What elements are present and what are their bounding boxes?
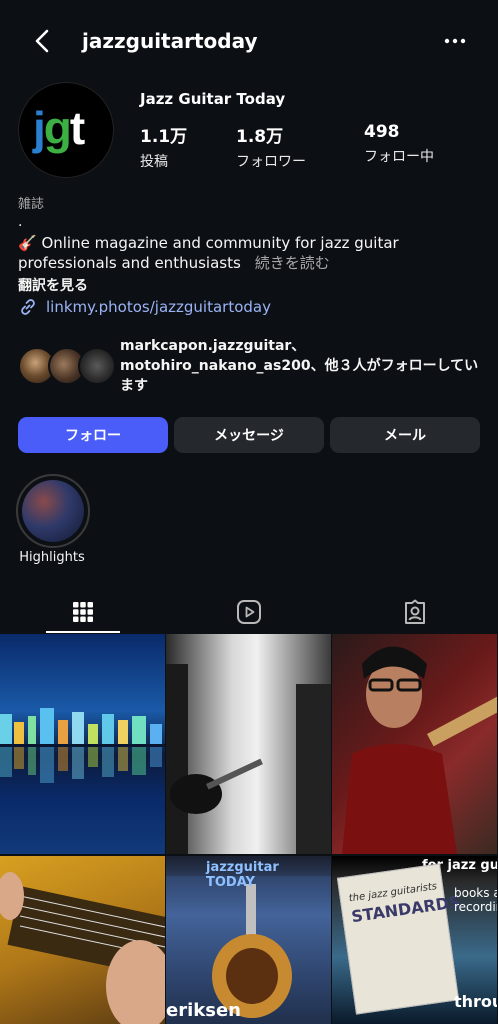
mutual-followers-text[interactable]: markcapon.jazzguitar、motohiro_nakano_as2… — [120, 336, 482, 396]
highlight-cover-image — [22, 480, 84, 542]
profile-link-text: linkmy.photos/jazzguitartoday — [46, 298, 271, 316]
bio-text: Online magazine and community for jazz g… — [18, 234, 399, 272]
stat-posts-label: 投稿 — [140, 154, 168, 170]
stat-following[interactable]: 498 フォロー中 — [364, 122, 434, 166]
tab-reels[interactable] — [166, 590, 332, 634]
stat-followers[interactable]: 1.8万 フォロワー — [236, 122, 306, 171]
posts-grid: jazzguitar TODAY eriksen for jazz guitar… — [0, 634, 498, 1024]
book-cover: the jazz guitarists STANDARDS — [336, 863, 461, 1015]
post-overlay-title: jazzguitar TODAY — [206, 860, 279, 890]
more-options-button[interactable] — [440, 28, 470, 54]
profile-link[interactable]: linkmy.photos/jazzguitartoday — [18, 296, 271, 318]
stat-followers-label: フォロワー — [236, 154, 306, 170]
guitarist-red-shirt-image — [342, 646, 497, 854]
tab-tagged[interactable] — [332, 590, 498, 634]
post-thumbnail[interactable] — [0, 856, 165, 1024]
follow-button[interactable]: フォロー — [18, 417, 168, 453]
bio-dot: . — [18, 214, 23, 230]
post-side-text: books a recordin — [454, 886, 497, 914]
bio-read-more-link[interactable]: 続きを読む — [255, 254, 330, 272]
guitar-emoji-icon: 🎸 — [18, 234, 37, 252]
mail-button[interactable]: メール — [330, 417, 480, 453]
guitarist-bw-image — [166, 664, 331, 854]
story-highlight[interactable] — [16, 474, 90, 548]
post-thumbnail[interactable] — [166, 634, 331, 854]
logo-letter-t: t — [69, 102, 85, 154]
chevron-left-icon — [35, 29, 49, 53]
profile-category: 雑誌 — [18, 197, 45, 212]
link-icon — [21, 299, 35, 315]
top-bar: jazzguitartoday — [0, 0, 498, 84]
post-thumbnail[interactable]: for jazz guitar the jazz guitarists STAN… — [332, 856, 497, 1024]
profile-username: jazzguitartoday — [82, 29, 258, 53]
logo-letter-g: g — [43, 102, 72, 154]
grid-icon — [73, 602, 93, 622]
post-thumbnail[interactable]: jazzguitar TODAY eriksen — [166, 856, 331, 1024]
stat-following-value: 498 — [364, 122, 400, 142]
mutual-followers-avatars[interactable] — [18, 347, 116, 387]
profile-tabs — [0, 590, 498, 634]
profile-avatar[interactable]: jgt — [18, 82, 114, 178]
stat-posts-value: 1.1万 — [140, 127, 188, 147]
post-thumbnail[interactable] — [0, 634, 165, 854]
stat-following-label: フォロー中 — [364, 149, 434, 165]
tagged-person-icon — [405, 599, 425, 624]
back-button[interactable] — [28, 26, 58, 56]
more-horizontal-icon — [444, 38, 466, 44]
display-name: Jazz Guitar Today — [140, 90, 286, 108]
mutual-follower-avatar — [78, 347, 116, 385]
post-overlay-name: eriksen — [166, 1000, 241, 1021]
highlight-label: Highlights — [19, 550, 85, 565]
post-thumbnail[interactable] — [332, 634, 497, 854]
message-button[interactable]: メッセージ — [174, 417, 324, 453]
active-tab-indicator — [46, 631, 120, 633]
acoustic-guitar-closeup-image — [0, 872, 165, 1024]
tab-posts-grid[interactable] — [0, 590, 166, 634]
post-bottom-text: throu — [454, 992, 497, 1011]
stat-posts[interactable]: 1.1万 投稿 — [140, 122, 187, 171]
avatar-logo: jgt — [33, 101, 85, 155]
stat-followers-value: 1.8万 — [236, 127, 284, 147]
city-skyline-image — [0, 708, 165, 783]
profile-bio: 🎸 Online magazine and community for jazz… — [18, 233, 488, 273]
logo-letter-j: j — [33, 102, 46, 154]
reels-play-icon — [237, 600, 261, 624]
translate-link[interactable]: 翻訳を見る — [18, 275, 88, 295]
